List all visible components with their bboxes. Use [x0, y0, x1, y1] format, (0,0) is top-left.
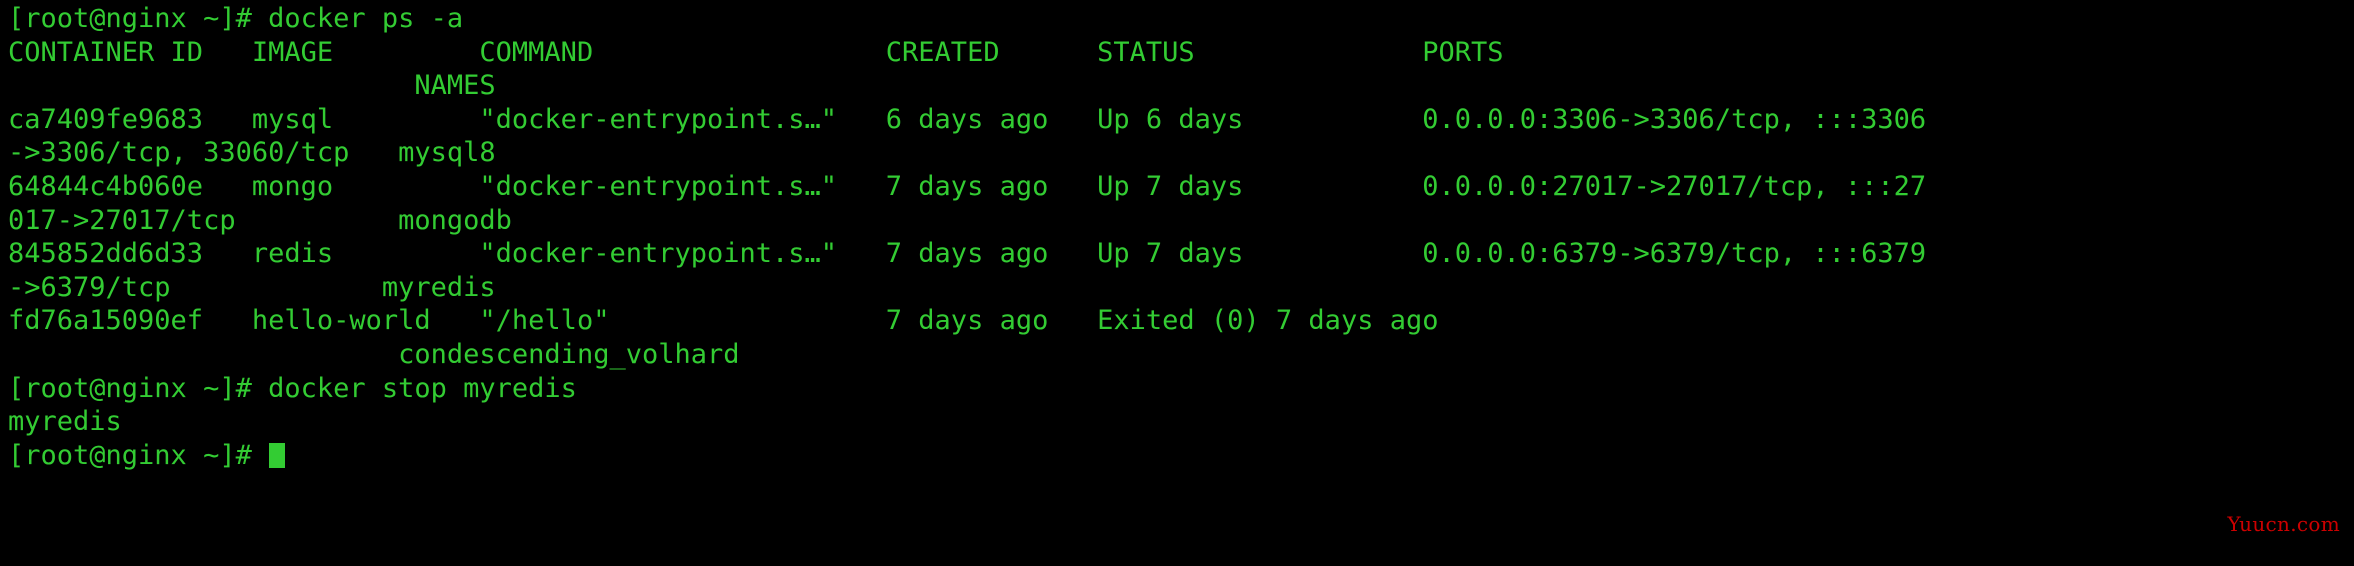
terminal-line-row-mysql: ca7409fe9683 mysql "docker-entrypoint.s…… — [8, 103, 1927, 135]
terminal-line-table-header-names: NAMES — [8, 70, 496, 102]
terminal-line-row-mongo: 64844c4b060e mongo "docker-entrypoint.s…… — [8, 170, 1927, 202]
text-cursor — [269, 442, 286, 468]
terminal-line-row-redis-wrap: ->6379/tcp myredis — [8, 271, 496, 303]
terminal-line-row-redis: 845852dd6d33 redis "docker-entrypoint.s…… — [8, 238, 1927, 270]
terminal-line-row-mongo-wrap: 017->27017/tcp mongodb — [8, 204, 512, 236]
terminal-line-table-header: CONTAINER ID IMAGE COMMAND CREATED STATU… — [8, 36, 1504, 68]
terminal-line-command-stop: [root@nginx ~]# docker stop myredis — [8, 372, 577, 404]
site-watermark: Yuucn.com — [2227, 512, 2340, 536]
terminal-window[interactable]: [root@nginx ~]# docker ps -a CONTAINER I… — [0, 0, 2354, 566]
terminal-line-prompt-current[interactable]: [root@nginx ~]# — [8, 439, 2354, 473]
terminal-line-row-hello-world-wrap: condescending_volhard — [8, 338, 740, 370]
terminal-line-row-mysql-wrap: ->3306/tcp, 33060/tcp mysql8 — [8, 137, 496, 169]
terminal-line-stop-output: myredis — [8, 406, 122, 438]
prompt-text: [root@nginx ~]# — [8, 439, 269, 471]
terminal-line-row-hello-world: fd76a15090ef hello-world "/hello" 7 days… — [8, 305, 1439, 337]
terminal-line-command-ps: [root@nginx ~]# docker ps -a — [8, 3, 464, 34]
